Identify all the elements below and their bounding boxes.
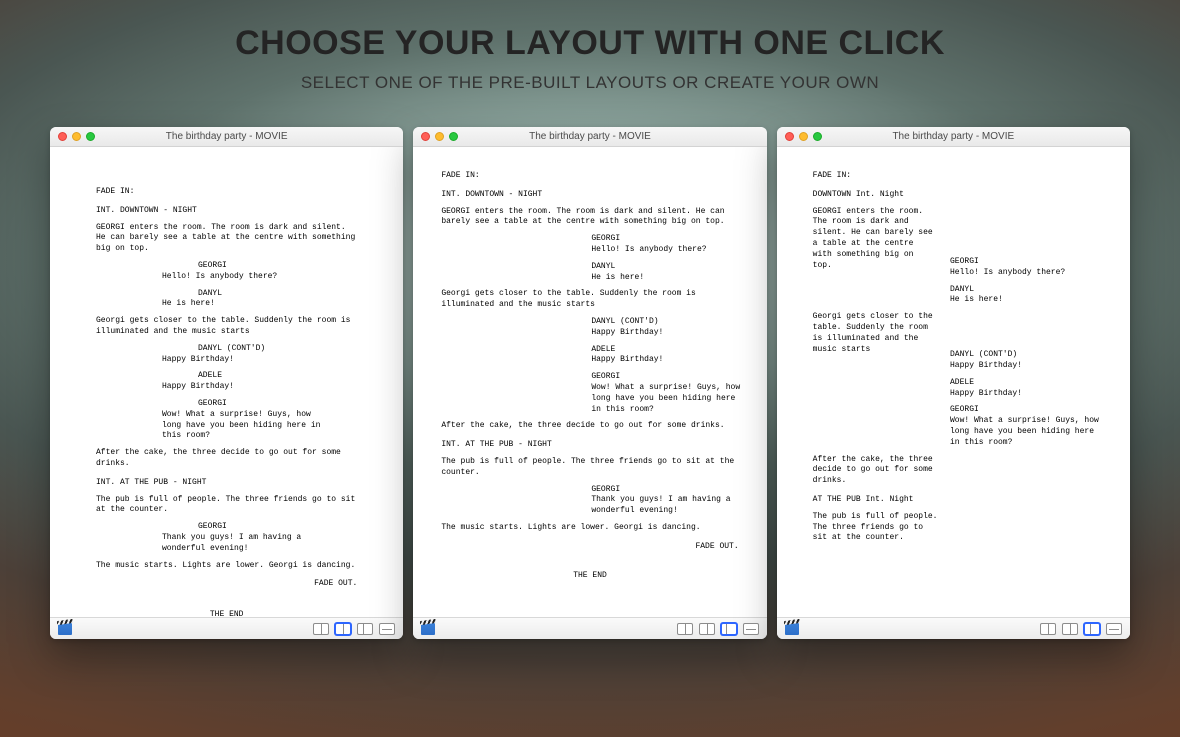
dialogue: Wow! What a surprise! Guys, how long hav… [950,416,1100,448]
transition: FADE OUT. [96,579,357,590]
window-title: The birthday party - MOVIE [50,131,403,142]
window-title: The birthday party - MOVIE [413,131,766,142]
the-end: THE END [96,610,357,617]
character: GEORGI [950,257,1100,268]
slugline: INT. DOWNTOWN - NIGHT [96,206,357,217]
layout-wide-button[interactable] [721,623,737,635]
dialogue: Happy Birthday! [162,355,322,366]
action: After the cake, the three decide to go o… [96,448,357,470]
titlebar[interactable]: The birthday party - MOVIE [777,127,1130,147]
toolbar [50,617,403,639]
the-end: THE END [441,571,738,582]
character: GEORGI [591,372,738,383]
layout-bar-button[interactable] [1106,623,1122,635]
page-title: CHOOSE YOUR LAYOUT WITH ONE CLICK [0,24,1180,63]
character: ADELE [198,371,357,382]
dialogue: Happy Birthday! [950,389,1100,400]
window-layout-a: The birthday party - MOVIE FADE IN: INT.… [50,127,403,639]
action: The pub is full of people. The three fri… [96,495,357,517]
script-page: FADE IN: INT. DOWNTOWN - NIGHT GEORGI en… [50,147,403,617]
clapper-icon[interactable] [785,623,799,635]
character: DANYL [950,285,1100,296]
dialogue: Hello! Is anybody there? [950,268,1100,279]
slugline: INT. AT THE PUB - NIGHT [96,478,357,489]
layout-bar-button[interactable] [743,623,759,635]
dialogue: Wow! What a surprise! Guys, how long hav… [162,410,322,442]
action: The pub is full of people. The three fri… [441,457,738,479]
slugline: INT. AT THE PUB - NIGHT [441,440,738,451]
titlebar[interactable]: The birthday party - MOVIE [413,127,766,147]
layout-split-button[interactable] [335,623,351,635]
script-page: FADE IN: DOWNTOWN Int. Night GEORGI ente… [777,147,1130,617]
fade-in: FADE IN: [96,187,357,198]
window-layout-c: The birthday party - MOVIE FADE IN: DOWN… [777,127,1130,639]
character: ADELE [950,378,1100,389]
character: DANYL (CONT'D) [591,317,738,328]
character: DANYL (CONT'D) [198,344,357,355]
layout-wide-button[interactable] [357,623,373,635]
character: GEORGI [591,234,738,245]
action: Georgi gets closer to the table. Suddenl… [96,316,357,338]
dialogue: Thank you guys! I am having a wonderful … [162,533,322,555]
action: The pub is full of people. The three fri… [813,512,941,544]
page-subtitle: SELECT ONE OF THE PRE-BUILT LAYOUTS OR C… [0,73,1180,93]
window-layout-b: The birthday party - MOVIE FADE IN: INT.… [413,127,766,639]
character: GEORGI [591,485,738,496]
action: The music starts. Lights are lower. Geor… [441,523,738,534]
character: DANYL (CONT'D) [950,350,1100,361]
dialogue: Happy Birthday! [591,328,741,339]
layout-single-button[interactable] [677,623,693,635]
fade-in: FADE IN: [441,171,738,182]
character: GEORGI [950,405,1100,416]
slugline: AT THE PUB Int. Night [813,495,941,506]
dialogue: He is here! [162,299,322,310]
action: After the cake, the three decide to go o… [813,455,941,487]
layout-split-button[interactable] [1062,623,1078,635]
layout-wide-button[interactable] [1084,623,1100,635]
dialogue: Hello! Is anybody there? [591,245,741,256]
transition: FADE OUT. [441,542,738,553]
layout-single-button[interactable] [313,623,329,635]
character: DANYL [591,262,738,273]
titlebar[interactable]: The birthday party - MOVIE [50,127,403,147]
character: ADELE [591,345,738,356]
dialogue: Happy Birthday! [591,355,741,366]
character: DANYL [198,289,357,300]
layout-split-button[interactable] [699,623,715,635]
action: The music starts. Lights are lower. Geor… [96,561,357,572]
clapper-icon[interactable] [58,623,72,635]
clapper-icon[interactable] [421,623,435,635]
character: GEORGI [198,261,357,272]
dialogue: Hello! Is anybody there? [162,272,322,283]
windows-row: The birthday party - MOVIE FADE IN: INT.… [0,127,1180,639]
slugline: DOWNTOWN Int. Night [813,190,936,201]
dialogue: Thank you guys! I am having a wonderful … [591,495,741,517]
dialogue: He is here! [591,273,741,284]
layout-bar-button[interactable] [379,623,395,635]
toolbar [777,617,1130,639]
action: GEORGI enters the room. The room is dark… [813,207,936,272]
action: GEORGI enters the room. The room is dark… [96,223,357,255]
character: GEORGI [198,399,357,410]
action: GEORGI enters the room. The room is dark… [441,207,738,229]
window-title: The birthday party - MOVIE [777,131,1130,142]
dialogue: Happy Birthday! [950,361,1100,372]
action: Georgi gets closer to the table. Suddenl… [813,312,936,355]
action: Georgi gets closer to the table. Suddenl… [441,289,738,311]
fade-in: FADE IN: [813,171,936,182]
slugline: INT. DOWNTOWN - NIGHT [441,190,738,201]
layout-single-button[interactable] [1040,623,1056,635]
dialogue: Happy Birthday! [162,382,322,393]
toolbar [413,617,766,639]
dialogue: He is here! [950,295,1100,306]
character: GEORGI [198,522,357,533]
script-page: FADE IN: INT. DOWNTOWN - NIGHT GEORGI en… [413,147,766,617]
action: After the cake, the three decide to go o… [441,421,738,432]
dialogue: Wow! What a surprise! Guys, how long hav… [591,383,741,415]
